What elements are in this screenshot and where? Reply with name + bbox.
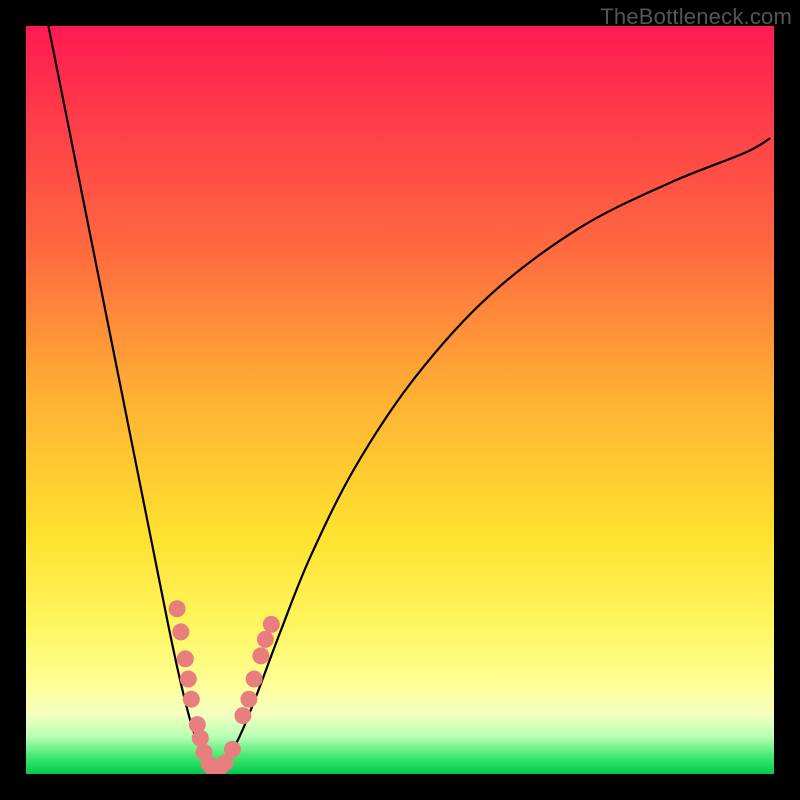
marker-point	[252, 647, 269, 664]
marker-point	[263, 616, 280, 633]
chart-frame: TheBottleneck.com	[0, 0, 800, 800]
marker-point	[183, 691, 200, 708]
marker-group	[169, 600, 280, 774]
marker-point	[172, 623, 189, 640]
marker-point	[224, 741, 241, 758]
marker-point	[177, 650, 194, 667]
chart-svg	[26, 26, 774, 774]
marker-point	[257, 631, 274, 648]
plot-area	[26, 26, 774, 774]
marker-point	[246, 671, 263, 688]
curve-right	[213, 138, 770, 774]
watermark-text: TheBottleneck.com	[600, 4, 792, 30]
marker-point	[169, 600, 186, 617]
marker-point	[192, 730, 209, 747]
marker-point	[240, 691, 257, 708]
marker-point	[180, 671, 197, 688]
marker-point	[234, 707, 251, 724]
